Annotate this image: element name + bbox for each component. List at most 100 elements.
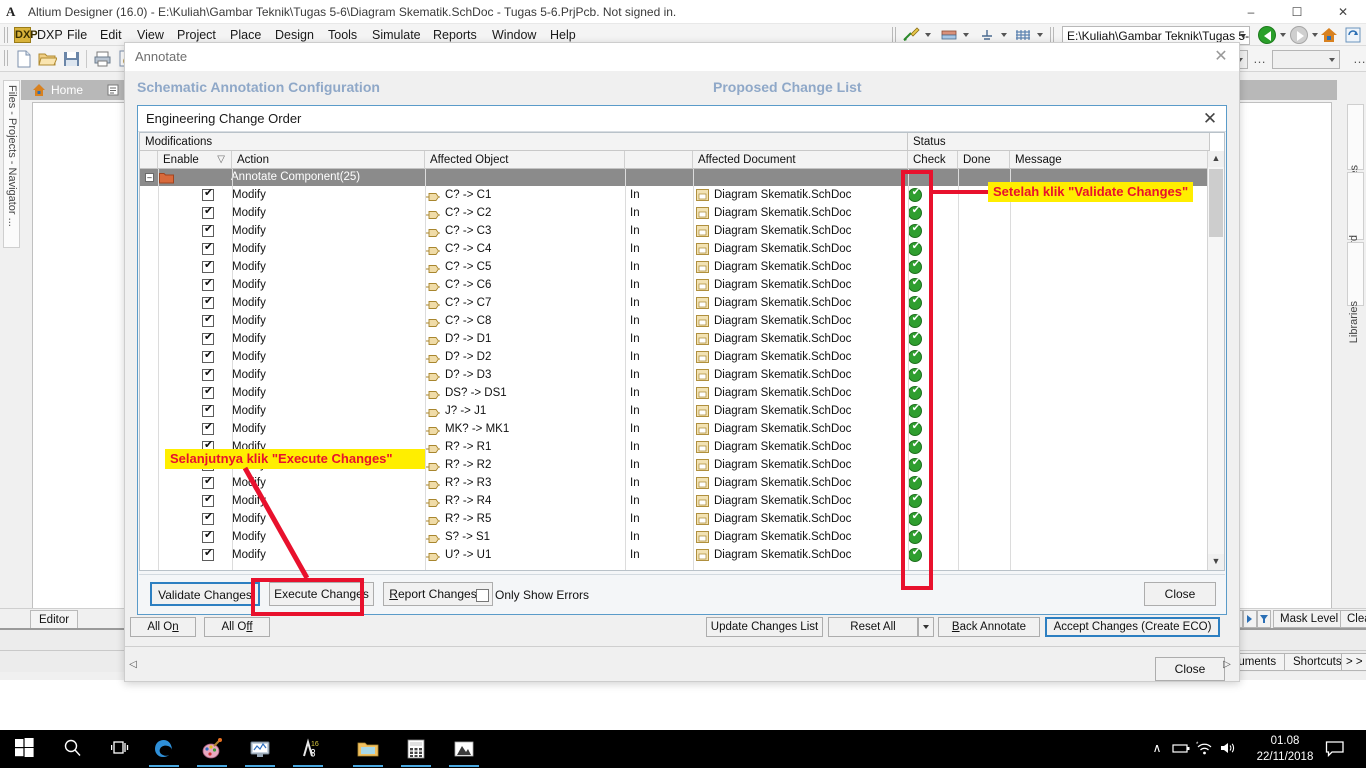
table-row[interactable]: Modify D? -> D1 In Diagram Skematik.SchDoc xyxy=(140,330,1208,348)
eco-grid-scrollbar[interactable]: ▲ ▼ xyxy=(1207,151,1224,570)
taskbar-app-edge-icon[interactable] xyxy=(140,730,188,768)
taskbar-app-calculator-icon[interactable] xyxy=(392,730,440,768)
ground-dropdown-caret-icon[interactable] xyxy=(1001,33,1007,37)
eco-rows-container[interactable]: – Annotate Component(25) Modify C? -> C1 I… xyxy=(140,169,1208,570)
toolbar-grip-2[interactable] xyxy=(892,27,897,43)
update-changes-list-button[interactable]: Update Changes List xyxy=(706,617,823,637)
enable-checkbox[interactable] xyxy=(202,259,214,273)
column-header-affected-document[interactable]: Affected Document xyxy=(693,151,908,169)
open-folder-icon[interactable] xyxy=(38,50,58,68)
enable-checkbox[interactable] xyxy=(202,403,214,417)
table-row[interactable]: Modify C? -> C8 In Diagram Skematik.SchDoc xyxy=(140,312,1208,330)
table-row[interactable]: Modify C? -> C2 In Diagram Skematik.SchDoc xyxy=(140,204,1208,222)
panel-tab-files-projects-navigator[interactable]: Files - Projects - Navigator ... xyxy=(3,80,20,248)
column-header-action[interactable]: Action xyxy=(232,151,425,169)
enable-checkbox[interactable] xyxy=(202,331,214,345)
all-off-button[interactable]: All Off xyxy=(204,617,270,637)
play-filter-icon[interactable] xyxy=(1243,610,1257,628)
scrollbar-thumb[interactable] xyxy=(1209,169,1223,237)
toolbar-grip-3[interactable] xyxy=(1050,27,1055,43)
enable-checkbox[interactable] xyxy=(202,187,214,201)
table-row[interactable]: Modify C? -> C7 In Diagram Skematik.SchDoc xyxy=(140,294,1208,312)
menubar-grip[interactable] xyxy=(4,27,9,43)
taskbar-clock[interactable]: 01.08 22/11/2018 xyxy=(1248,733,1322,765)
save-icon[interactable] xyxy=(62,50,81,68)
column-header-enable[interactable]: Enable ▽ xyxy=(158,151,232,169)
annotate-close-button[interactable]: Close xyxy=(1155,657,1225,681)
panel-tab-clipboard[interactable]: Clipboard xyxy=(1347,172,1364,282)
wifi-icon[interactable]: * xyxy=(1196,740,1214,768)
table-row[interactable]: Modify R? -> R3 In Diagram Skematik.SchDoc xyxy=(140,474,1208,492)
scroll-up-icon[interactable]: ▲ xyxy=(1208,151,1224,167)
bus-dropdown-caret-icon[interactable] xyxy=(963,33,969,37)
panel-tab-libraries[interactable]: Libraries xyxy=(1347,242,1364,343)
enable-checkbox[interactable] xyxy=(202,223,214,237)
table-row[interactable]: Modify R? -> R5 In Diagram Skematik.SchDoc xyxy=(140,510,1208,528)
dxp-button[interactable]: DXP xyxy=(14,27,38,43)
column-header-message[interactable]: Message xyxy=(1010,151,1210,169)
checkbox-box[interactable] xyxy=(476,589,489,602)
table-row[interactable]: Modify MK? -> MK1 In Diagram Skematik.SchDo… xyxy=(140,420,1208,438)
table-row[interactable]: Modify C? -> C5 In Diagram Skematik.SchDoc xyxy=(140,258,1208,276)
eco-close-button[interactable]: Close xyxy=(1144,582,1216,606)
print-icon[interactable] xyxy=(93,50,112,68)
enable-checkbox[interactable] xyxy=(202,421,214,435)
all-on-button[interactable]: All On xyxy=(130,617,196,637)
collapse-expander-icon[interactable]: – xyxy=(145,173,154,182)
enable-checkbox[interactable] xyxy=(202,295,214,309)
enable-checkbox[interactable] xyxy=(202,205,214,219)
validate-changes-button[interactable]: Validate Changes xyxy=(150,582,260,606)
accept-changes-button[interactable]: Accept Changes (Create ECO) xyxy=(1045,617,1220,637)
back-annotate-button[interactable]: Back Annotate xyxy=(938,617,1040,637)
windows-start-icon[interactable] xyxy=(0,730,48,768)
new-document-icon[interactable] xyxy=(14,50,33,68)
sort-descending-icon[interactable]: ▽ xyxy=(217,151,225,169)
table-row[interactable]: Modify C? -> C6 In Diagram Skematik.SchDoc xyxy=(140,276,1208,294)
search-icon[interactable] xyxy=(48,730,96,768)
table-row[interactable]: Modify D? -> D2 In Diagram Skematik.SchDoc xyxy=(140,348,1208,366)
table-row[interactable]: Modify D? -> D3 In Diagram Skematik.SchDoc xyxy=(140,366,1208,384)
scroll-left-icon[interactable]: ◁ xyxy=(127,659,139,673)
tray-chevron-icon[interactable]: ∧ xyxy=(1148,741,1166,768)
mask-level-button[interactable]: Mask Level xyxy=(1273,610,1346,628)
chevron-down-icon[interactable] xyxy=(1329,57,1335,62)
wire-dropdown-caret-icon[interactable] xyxy=(925,33,931,37)
close-window-button[interactable]: ✕ xyxy=(1320,0,1366,24)
reset-all-dropdown-button[interactable] xyxy=(918,617,934,637)
minimize-button[interactable]: – xyxy=(1228,0,1274,24)
toolbar-grip-1[interactable] xyxy=(4,50,9,66)
taskbar-app-photos-icon[interactable] xyxy=(440,730,488,768)
volume-icon[interactable] xyxy=(1219,740,1239,768)
battery-icon[interactable] xyxy=(1172,740,1192,768)
taskbar-app-paint-icon[interactable] xyxy=(188,730,236,768)
toolbar-overflow-2[interactable]: … xyxy=(1353,51,1366,66)
annotate-dialog-close-icon[interactable]: ✕ xyxy=(1211,47,1231,67)
back-arrow-icon[interactable] xyxy=(1258,26,1276,44)
filter-icon[interactable] xyxy=(1257,610,1271,628)
home-icon[interactable] xyxy=(1320,26,1339,44)
enable-checkbox[interactable] xyxy=(202,511,214,525)
taskbar-app-monitor-icon[interactable] xyxy=(236,730,284,768)
table-row[interactable]: Modify J? -> J1 In Diagram Skematik.SchDoc xyxy=(140,402,1208,420)
table-row[interactable]: Modify U? -> U1 In Diagram Skematik.SchDoc xyxy=(140,546,1208,564)
taskbar-app-altium-icon[interactable]: 16 xyxy=(284,730,332,768)
enable-checkbox[interactable] xyxy=(202,493,214,507)
action-center-icon[interactable] xyxy=(1325,740,1345,768)
only-show-errors-checkbox[interactable]: Only Show Errors xyxy=(476,587,676,603)
task-view-icon[interactable] xyxy=(96,730,144,768)
panel-button-overflow[interactable]: > > xyxy=(1341,653,1366,671)
chevron-down-icon[interactable] xyxy=(1240,34,1246,38)
enable-checkbox[interactable] xyxy=(202,313,214,327)
panel-tab-favorites[interactable]: Favorites xyxy=(1347,104,1364,210)
table-row[interactable]: Modify C? -> C3 In Diagram Skematik.SchDoc xyxy=(140,222,1208,240)
enable-checkbox[interactable] xyxy=(202,367,214,381)
taskbar-app-file-explorer-icon[interactable] xyxy=(344,730,392,768)
menu-file[interactable]: File xyxy=(64,27,90,44)
forward-dropdown-caret-icon[interactable] xyxy=(1312,33,1318,37)
editor-tab[interactable]: Editor xyxy=(30,610,79,629)
editor-left-scrollbar[interactable] xyxy=(21,102,31,650)
enable-checkbox[interactable] xyxy=(202,547,214,561)
scroll-down-icon[interactable]: ▼ xyxy=(1208,554,1224,570)
column-header-affected-object[interactable]: Affected Object xyxy=(425,151,625,169)
table-row[interactable]: Modify R? -> R4 In Diagram Skematik.SchDoc xyxy=(140,492,1208,510)
